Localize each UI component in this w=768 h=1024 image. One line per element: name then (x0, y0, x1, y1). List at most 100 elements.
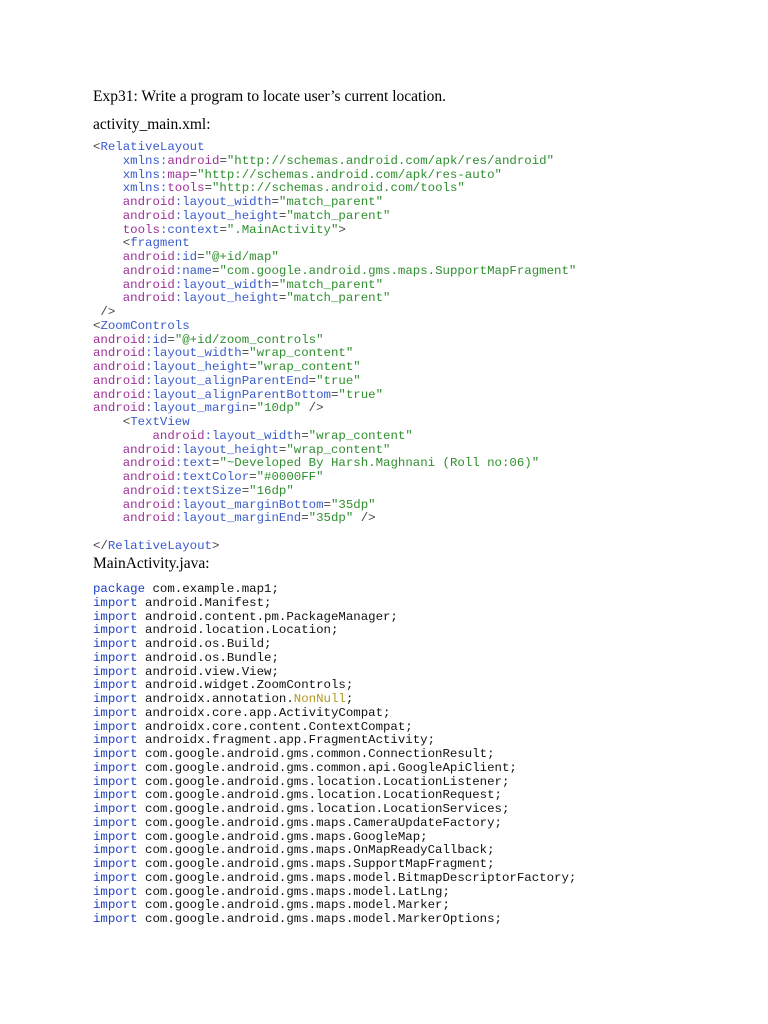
code-token: < (93, 415, 131, 429)
code-token: import (93, 719, 138, 734)
code-token: android (122, 442, 175, 457)
code-token: android.Manifest; (137, 595, 272, 610)
code-line: import com.google.android.gms.common.api… (93, 760, 576, 776)
code-token: com.google.android.gms.maps.model.Marker… (137, 898, 450, 913)
code-token: = (271, 277, 279, 292)
code-token: android (122, 483, 175, 498)
code-token: android (93, 387, 146, 402)
code-token: fragment (130, 236, 190, 251)
code-token: :layout_height (145, 360, 250, 374)
code-token: android.os.Build; (137, 637, 272, 651)
code-line: import androidx.core.content.ContextComp… (93, 719, 576, 735)
code-line: import androidx.core.app.ActivityCompat; (93, 705, 576, 721)
code-token: :id (145, 332, 168, 347)
code-line: import com.google.android.gms.maps.Googl… (93, 829, 576, 845)
code-line: xmlns:android="http://schemas.android.co… (93, 153, 576, 169)
code-line: import android.widget.ZoomControls; (93, 678, 576, 693)
code-token: :context (159, 222, 220, 237)
code-token: import (93, 692, 138, 706)
code-token: = (204, 181, 212, 196)
code-token: RelativeLayout (107, 538, 212, 553)
code-token: import (93, 637, 138, 651)
code-token: tools (167, 181, 205, 196)
code-token: "match_parent" (278, 277, 384, 292)
code-line: import com.google.android.gms.maps.OnMap… (93, 843, 576, 858)
code-token: :layout_alignParentEnd (145, 373, 309, 388)
code-token: = (189, 167, 198, 182)
code-token: android (122, 456, 175, 471)
code-line: import com.google.android.gms.location.L… (93, 788, 576, 803)
code-token: import (93, 912, 138, 926)
code-line: import android.Manifest; (93, 595, 576, 611)
code-token: import (93, 595, 138, 610)
code-token: package (93, 582, 146, 596)
code-line: android:text="~Developed By Harsh.Maghna… (93, 456, 576, 471)
code-line: android:id="@+id/zoom_controls" (93, 332, 576, 348)
code-token: xmlns: (122, 181, 168, 196)
code-token: ZoomControls (100, 318, 190, 333)
code-token: /> (301, 401, 324, 416)
code-token: = (167, 332, 175, 347)
code-token: = (219, 153, 227, 168)
code-token: xmlns: (122, 167, 168, 182)
code-line: android:layout_width="match_parent" (93, 277, 576, 293)
code-token: :layout_width (145, 346, 242, 361)
code-line: import com.google.android.gms.maps.model… (93, 912, 576, 927)
code-token: android (152, 428, 205, 443)
code-line: tools:context=".MainActivity"> (93, 222, 576, 238)
code-token: :layout_width (174, 277, 272, 292)
code-token: android.os.Bundle; (137, 650, 279, 665)
code-token: = (249, 470, 257, 484)
code-token: androidx.fragment.app.FragmentActivity; (137, 733, 436, 748)
code-token: :name (174, 263, 212, 278)
code-token: com.google.android.gms.common.api.Google… (137, 760, 517, 775)
code-token: import (93, 705, 138, 720)
code-line: </RelativeLayout> (93, 538, 576, 554)
code-token: = (301, 428, 309, 443)
code-token: "match_parent" (278, 195, 384, 209)
code-token: android (122, 277, 175, 292)
code-token: :textColor (174, 470, 250, 484)
code-line: import android.os.Build; (93, 637, 576, 652)
code-token: tools (122, 222, 160, 237)
code-token: :layout_height (174, 208, 279, 223)
code-token: "@+id/zoom_controls" (174, 332, 324, 347)
code-line: android:layout_marginBottom="35dp" (93, 497, 576, 513)
code-token: import (93, 678, 138, 693)
code-token: com.example.map1; (145, 582, 279, 596)
code-line: android:layout_height="match_parent" (93, 208, 576, 224)
code-line: <TextView (93, 415, 576, 430)
code-token: "wrap_content" (249, 346, 354, 361)
code-token: android (122, 511, 175, 526)
code-line: /> (93, 305, 576, 320)
code-token: android (93, 360, 146, 374)
code-token: android (122, 497, 175, 512)
code-line: android:textColor="#0000FF" (93, 470, 576, 485)
code-token: import (93, 829, 138, 844)
java-code-block: package com.example.map1; import android.… (93, 582, 576, 927)
code-token: com.google.android.gms.location.Location… (137, 788, 502, 803)
code-line: import com.google.android.gms.maps.Suppo… (93, 857, 576, 872)
code-token: "com.google.android.gms.maps.SupportMapF… (219, 263, 577, 278)
code-token: map (167, 167, 190, 182)
document-title: Exp31: Write a program to locate user’s … (93, 88, 447, 105)
code-token: "wrap_content" (286, 442, 391, 457)
code-line: android:layout_width="wrap_content" (93, 428, 576, 444)
code-token: com.google.android.gms.maps.model.LatLng… (137, 884, 450, 899)
code-line: import com.google.android.gms.maps.model… (93, 898, 576, 913)
code-token: "16dp" (249, 483, 294, 498)
code-token: com.google.android.gms.location.Location… (137, 802, 510, 816)
code-line: import com.google.android.gms.maps.Camer… (93, 816, 576, 831)
code-line: <fragment (93, 236, 576, 251)
code-line: <RelativeLayout (93, 140, 576, 155)
code-token: android (93, 346, 146, 361)
code-token: android (122, 291, 175, 306)
code-token: com.google.android.gms.maps.model.Marker… (137, 912, 502, 926)
code-token: </ (93, 538, 108, 553)
code-token: :layout_height (174, 442, 279, 457)
code-token: < (93, 236, 131, 251)
